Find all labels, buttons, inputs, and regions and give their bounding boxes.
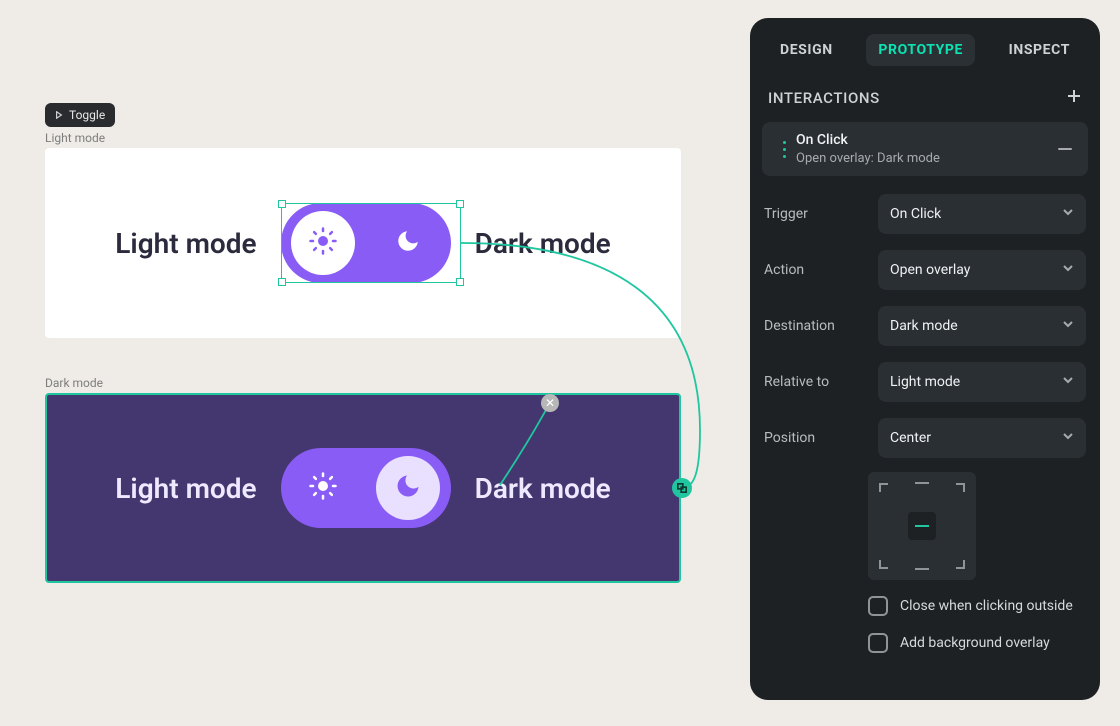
label-action: Action: [764, 262, 868, 278]
select-destination-value: Dark mode: [890, 318, 958, 334]
label-destination: Destination: [764, 318, 868, 334]
toggle-off-slot: [376, 211, 440, 275]
moon-icon: [395, 228, 421, 258]
toggle-knob-dark: [376, 456, 440, 520]
add-interaction-button[interactable]: [1066, 88, 1082, 108]
pos-top-center[interactable]: [915, 482, 929, 484]
text-dark-right: Dark mode: [475, 472, 611, 505]
component-badge[interactable]: Toggle: [45, 103, 115, 127]
row-bg-overlay: Add background overlay: [750, 625, 1100, 662]
frame-dark-mode[interactable]: Light mode: [45, 393, 681, 583]
tab-design[interactable]: DESIGN: [768, 34, 845, 66]
select-relative-to-value: Light mode: [890, 374, 960, 390]
design-canvas[interactable]: Toggle Light mode Light mode: [0, 0, 740, 726]
toggle-component-dark[interactable]: [281, 448, 451, 528]
checkbox-close-outside[interactable]: [868, 596, 888, 616]
interactions-header: INTERACTIONS: [750, 78, 1100, 118]
select-position[interactable]: Center: [878, 418, 1086, 458]
toggle-knob: [291, 211, 355, 275]
interaction-title: On Click: [796, 132, 1058, 148]
text-dark-left: Light mode: [115, 472, 256, 505]
row-action: Action Open overlay: [750, 242, 1100, 298]
interaction-card[interactable]: On Click Open overlay: Dark mode: [762, 122, 1088, 176]
select-trigger[interactable]: On Click: [878, 194, 1086, 234]
label-close-outside: Close when clicking outside: [900, 596, 1073, 617]
pos-bottom-left[interactable]: [878, 552, 896, 570]
row-close-outside: Close when clicking outside: [750, 588, 1100, 625]
select-action[interactable]: Open overlay: [878, 250, 1086, 290]
collapse-icon[interactable]: [1058, 148, 1072, 150]
label-bg-overlay: Add background overlay: [900, 633, 1050, 654]
component-badge-label: Toggle: [69, 108, 105, 122]
play-icon: [55, 108, 63, 122]
label-relative-to: Relative to: [764, 374, 868, 390]
frame-label-light[interactable]: Light mode: [45, 131, 105, 145]
row-relative-to: Relative to Light mode: [750, 354, 1100, 410]
toggle-component-light[interactable]: [281, 203, 451, 283]
chevron-down-icon: [1062, 318, 1074, 334]
tab-prototype[interactable]: PROTOTYPE: [866, 34, 975, 66]
chevron-down-icon: [1062, 206, 1074, 222]
chevron-down-icon: [1062, 374, 1074, 390]
row-destination: Destination Dark mode: [750, 298, 1100, 354]
select-destination[interactable]: Dark mode: [878, 306, 1086, 346]
sun-icon: [308, 471, 338, 505]
label-position: Position: [764, 430, 868, 446]
pos-top-right[interactable]: [948, 482, 966, 500]
frame-light-mode[interactable]: Light mode: [45, 148, 681, 338]
moon-icon: [394, 472, 422, 504]
toggle-off-slot-dark: [291, 456, 355, 520]
row-position: Position Center: [750, 410, 1100, 466]
pos-center[interactable]: [908, 512, 936, 540]
pos-top-left[interactable]: [878, 482, 896, 500]
select-trigger-value: On Click: [890, 206, 941, 222]
pos-bottom-center[interactable]: [915, 568, 929, 570]
chevron-down-icon: [1062, 430, 1074, 446]
close-icon[interactable]: ✕: [541, 394, 559, 412]
label-trigger: Trigger: [764, 206, 868, 222]
select-relative-to[interactable]: Light mode: [878, 362, 1086, 402]
chevron-down-icon: [1062, 262, 1074, 278]
sun-icon: [308, 226, 338, 260]
position-picker[interactable]: [868, 472, 976, 580]
panel-tab-bar: DESIGN PROTOTYPE INSPECT: [750, 18, 1100, 78]
select-position-value: Center: [890, 430, 931, 446]
text-light-right: Dark mode: [475, 227, 611, 260]
checkbox-bg-overlay[interactable]: [868, 633, 888, 653]
drag-handle-icon[interactable]: [772, 141, 796, 158]
inspector-panel: DESIGN PROTOTYPE INSPECT INTERACTIONS On…: [750, 18, 1100, 700]
select-action-value: Open overlay: [890, 262, 970, 278]
interaction-subtitle: Open overlay: Dark mode: [796, 151, 1058, 166]
frame-label-dark[interactable]: Dark mode: [45, 376, 103, 390]
row-trigger: Trigger On Click: [750, 186, 1100, 242]
text-light-left: Light mode: [115, 227, 256, 260]
tab-inspect[interactable]: INSPECT: [997, 34, 1082, 66]
pos-bottom-right[interactable]: [948, 552, 966, 570]
prototype-node-icon[interactable]: [672, 478, 692, 498]
interactions-title: INTERACTIONS: [768, 89, 880, 107]
